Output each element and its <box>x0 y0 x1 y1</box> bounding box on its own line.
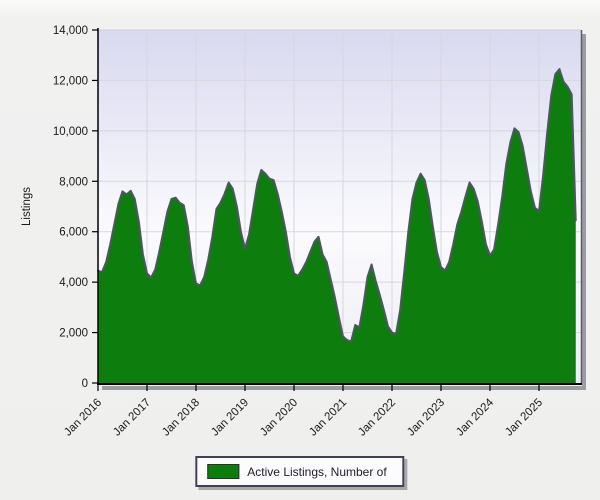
bottom-shadow <box>102 386 586 390</box>
x-tick-label: Jan 2016 <box>62 397 104 439</box>
y-tick-label: 8,000 <box>59 176 88 188</box>
y-tick-label: 6,000 <box>59 227 88 239</box>
y-tick-label: 12,000 <box>53 75 88 87</box>
listings-area-chart: 0 2,000 4,000 6,000 8,000 10,000 12,000 14,000 J… <box>0 0 600 455</box>
legend-swatch-active-listings <box>207 464 239 479</box>
y-tick-label: 10,000 <box>53 126 88 138</box>
x-tick-label: Jan 2025 <box>503 397 545 439</box>
y-tick-label: 2,000 <box>59 328 88 340</box>
x-tick-label: Jan 2017 <box>111 397 153 439</box>
chart-panel: 0 2,000 4,000 6,000 8,000 10,000 12,000 14,000 J… <box>0 0 600 500</box>
x-tick-label: Jan 2019 <box>209 397 251 439</box>
y-tick-label: 4,000 <box>59 277 88 289</box>
x-tick-label: Jan 2022 <box>356 397 398 439</box>
legend: Active Listings, Number of <box>195 456 404 487</box>
x-tick-label: Jan 2018 <box>160 397 202 439</box>
x-tick-label: Jan 2023 <box>405 397 447 439</box>
y-axis-title: Listings <box>21 187 33 226</box>
legend-label: Active Listings, Number of <box>247 465 386 479</box>
x-tick-label: Jan 2021 <box>307 397 349 439</box>
x-tick-label: Jan 2020 <box>258 397 300 439</box>
y-tick-label: 0 <box>82 378 88 390</box>
y-tick-label: 14,000 <box>53 25 88 37</box>
right-shadow <box>582 34 586 388</box>
x-tick-label: Jan 2024 <box>454 396 496 438</box>
